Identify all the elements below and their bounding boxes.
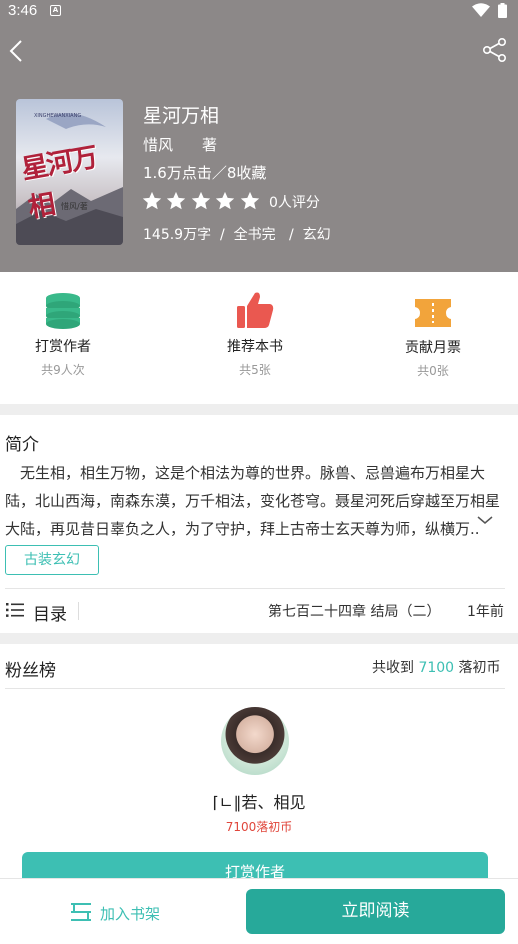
top-fan-coins: 7100落初币 xyxy=(225,820,293,834)
star-icon xyxy=(214,190,236,212)
star-icon xyxy=(190,190,212,212)
battery-icon xyxy=(498,3,507,18)
section-divider xyxy=(0,404,518,415)
action-count: 共0张 xyxy=(417,364,449,378)
star-icon xyxy=(141,190,163,212)
intro-title: 简介 xyxy=(5,435,39,455)
book-header: 3:46 A XINGHEWANXIANG 星河万相 惜风/著 星河万相 惜风 … xyxy=(0,0,518,272)
status-bar: 3:46 A xyxy=(0,0,518,24)
wifi-icon xyxy=(472,3,490,17)
chevron-down-icon[interactable] xyxy=(476,514,494,526)
star-icon xyxy=(239,190,261,212)
book-title: 星河万相 xyxy=(143,105,220,127)
reward-author-action[interactable]: 打赏作者 共9人次 xyxy=(3,290,123,378)
top-fan-name: ⌈ㄴ∥若、相见 xyxy=(212,793,306,812)
book-cover[interactable]: XINGHEWANXIANG 星河万相 惜风/著 xyxy=(16,99,123,245)
book-detail-screen: 3:46 A XINGHEWANXIANG 星河万相 惜风/著 星河万相 惜风 … xyxy=(0,0,518,944)
author-suffix: 著 xyxy=(202,136,218,154)
divider xyxy=(5,688,505,689)
section-divider xyxy=(0,633,518,644)
bottom-bar: 加入书架 立即阅读 xyxy=(0,878,518,944)
star-icon xyxy=(165,190,187,212)
catalog-separator xyxy=(78,602,79,620)
action-label: 贡献月票 xyxy=(405,340,461,356)
chapter-updated-time: 1年前 xyxy=(467,604,504,620)
latest-chapter[interactable]: 第七百二十四章 结局（二） xyxy=(268,601,440,621)
received-unit: 落初币 xyxy=(458,660,501,676)
back-arrow-icon[interactable] xyxy=(4,36,28,66)
divider xyxy=(5,588,505,589)
read-now-button[interactable]: 立即阅读 xyxy=(246,889,505,934)
status-time: 3:46 xyxy=(8,2,38,19)
action-count: 共5张 xyxy=(239,363,271,377)
genre-tag[interactable]: 古装玄幻 xyxy=(5,545,99,575)
share-icon[interactable] xyxy=(482,37,508,63)
cover-author: 惜风/著 xyxy=(61,202,88,211)
monthly-ticket-action[interactable]: 贡献月票 共0张 xyxy=(373,295,493,379)
action-label: 推荐本书 xyxy=(227,339,283,355)
notification-icon: A xyxy=(50,5,61,16)
rating-count: 0人评分 xyxy=(269,195,320,211)
received-amount: 7100 xyxy=(418,660,455,676)
avatar[interactable] xyxy=(221,707,289,775)
coins-icon xyxy=(46,293,80,329)
action-count: 共9人次 xyxy=(41,363,85,377)
book-stats: 1.6万点击／8收藏 xyxy=(143,164,267,182)
intro-text: 无生相，相生万物，这是个相法为尊的世界。脉兽、忌兽遍布万相星大陆，北山西海，南森… xyxy=(5,464,501,538)
book-meta: 145.9万字 / 全书完 / 玄幻 xyxy=(143,227,331,243)
bookshelf-icon xyxy=(71,903,91,921)
catalog-label: 目录 xyxy=(33,605,67,625)
add-to-shelf-label: 加入书架 xyxy=(100,905,161,923)
cover-subtitle: XINGHEWANXIANG xyxy=(34,113,82,119)
rating-stars xyxy=(141,190,263,212)
ticket-icon xyxy=(415,299,451,327)
thumbs-up-icon xyxy=(237,292,274,328)
book-author[interactable]: 惜风 xyxy=(143,134,173,155)
recommend-book-action[interactable]: 推荐本书 共5张 xyxy=(195,290,315,378)
received-prefix: 共收到 xyxy=(372,660,414,676)
fans-received: 共收到 7100 落初币 xyxy=(372,657,501,677)
list-icon xyxy=(6,603,24,617)
catalog-row[interactable]: 目录 第七百二十四章 结局（二） 1年前 xyxy=(0,590,518,632)
action-label: 打赏作者 xyxy=(35,339,91,355)
fans-title: 粉丝榜 xyxy=(5,661,56,681)
